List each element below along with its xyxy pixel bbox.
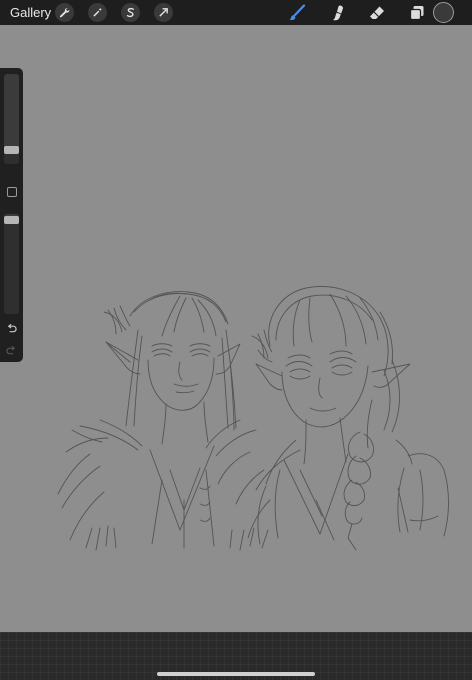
eraser-tool-button[interactable] <box>366 2 388 23</box>
transform-arrow-icon <box>159 8 168 17</box>
actions-button[interactable] <box>55 3 74 22</box>
opacity-slider[interactable] <box>4 214 19 314</box>
sidebar <box>0 68 23 362</box>
gallery-button[interactable]: Gallery <box>10 4 51 21</box>
selection-s-icon <box>126 7 134 18</box>
bottom-bar <box>0 632 472 680</box>
undo-icon <box>7 323 17 333</box>
drawing-canvas[interactable] <box>0 25 472 632</box>
transform-button[interactable] <box>154 3 173 22</box>
brush-tool-button[interactable] <box>286 2 308 23</box>
smudge-tool-button[interactable] <box>327 2 349 23</box>
eraser-icon <box>370 6 384 19</box>
brush-size-thumb[interactable] <box>4 146 19 154</box>
layers-icon <box>409 5 424 20</box>
brush-icon <box>289 3 306 20</box>
opacity-thumb[interactable] <box>4 216 19 224</box>
opacity-fill <box>4 224 19 314</box>
layers-button[interactable] <box>406 2 428 23</box>
top-toolbar: Gallery <box>0 0 472 25</box>
modify-square-icon[interactable] <box>7 187 17 197</box>
color-picker-button[interactable] <box>433 2 454 23</box>
selection-button[interactable] <box>121 3 140 22</box>
smudge-icon <box>333 5 343 20</box>
brush-size-slider[interactable] <box>4 74 19 164</box>
magic-wand-icon <box>93 7 102 17</box>
adjustments-button[interactable] <box>88 3 107 22</box>
redo-button[interactable] <box>4 344 19 357</box>
sketch-drawing <box>57 286 449 551</box>
wrench-icon <box>60 8 70 18</box>
undo-button[interactable] <box>4 322 19 335</box>
redo-icon <box>6 345 16 355</box>
home-indicator[interactable] <box>157 672 315 676</box>
